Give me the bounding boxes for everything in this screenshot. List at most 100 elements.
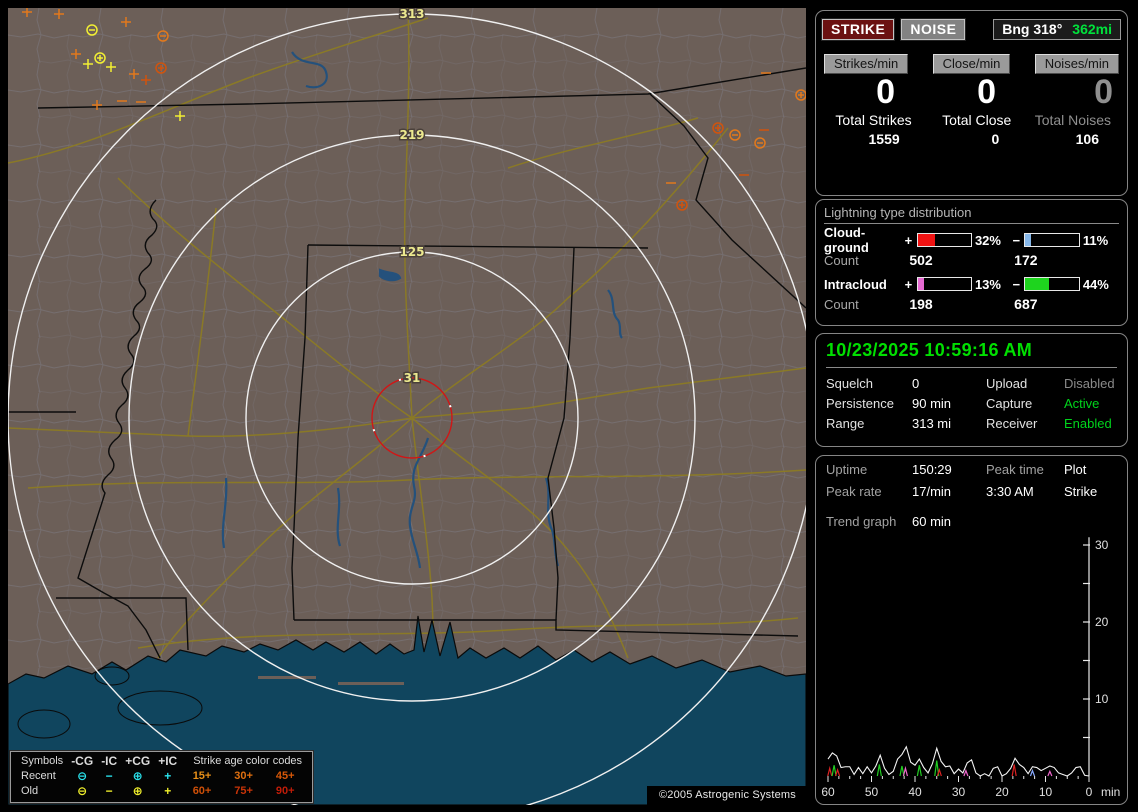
svg-text:219: 219 [399, 128, 424, 142]
svg-text:0: 0 [1086, 785, 1093, 799]
svg-text:10: 10 [1039, 785, 1053, 799]
svg-text:30: 30 [1095, 538, 1109, 552]
intracloud-row: Intracloud + 13% − 44% [824, 274, 1119, 294]
trend-graph: 30 20 10 60 50 40 30 20 10 0 min [818, 530, 1126, 807]
age-75: 75+ [234, 785, 253, 797]
cloud-ground-count-row: Count 502 172 [824, 250, 1119, 270]
ic-minus-count: 687 [1014, 296, 1038, 312]
strike-toggle-button[interactable]: STRIKE [820, 18, 896, 41]
old-cg-minus-icon: ⊖ [77, 784, 88, 798]
count-label: Count [824, 252, 859, 268]
upload-status: Disabled [1064, 376, 1115, 391]
cloud-ground-label: Cloud-ground [824, 225, 869, 255]
ic-minus-bar [1024, 277, 1080, 291]
age-30: 30+ [234, 770, 253, 782]
svg-text:40: 40 [908, 785, 922, 799]
legend-row-recent-label: Recent [21, 770, 56, 782]
plot-type-value: Strike [1064, 484, 1098, 499]
total-noises-value: 106 [1075, 131, 1099, 147]
svg-text:60: 60 [821, 785, 835, 799]
noise-toggle-button[interactable]: NOISE [900, 18, 967, 41]
uptime-label: Uptime [826, 462, 868, 477]
map-canvas: 313 219 125 31 [8, 8, 806, 805]
old-ic-minus-icon: − [105, 784, 113, 798]
status-panel: 10/23/2025 10:59:16 AM Squelch 0 Upload … [815, 333, 1128, 447]
old-ic-plus-icon: + [164, 784, 172, 798]
ic-plus-pct: 13% [974, 276, 1001, 292]
svg-text:30: 30 [952, 785, 966, 799]
intracloud-count-row: Count 198 687 [824, 294, 1119, 314]
total-noises-label: Total Noises [1034, 112, 1111, 128]
count-label: Count [824, 296, 859, 312]
squelch-label: Squelch [826, 376, 873, 391]
cg-plus-count: 502 [909, 252, 933, 268]
legend-col-nic: -IC [101, 754, 118, 768]
ic-plus-count: 198 [909, 296, 933, 312]
svg-text:min: min [1101, 785, 1120, 799]
old-cg-plus-icon: ⊕ [132, 784, 143, 798]
cg-minus-bar [1024, 233, 1080, 247]
total-strikes-value: 1559 [868, 131, 900, 147]
minus-sign: − [1012, 276, 1021, 292]
svg-text:313: 313 [399, 8, 424, 21]
trend-graph-window: 60 min [912, 514, 952, 529]
strike-map[interactable]: 313 219 125 31 Symbols -CG -IC +CG +IC Stri… [8, 8, 806, 805]
svg-text:20: 20 [1095, 615, 1109, 629]
ic-minus-pct: 44% [1082, 276, 1109, 292]
squelch-value: 0 [912, 376, 920, 391]
legend-symbols-header: Symbols [21, 755, 64, 767]
total-close-label: Total Close [942, 112, 1012, 128]
bearing-readout: Bng 318° 362mi [993, 19, 1121, 40]
age-60: 60+ [192, 785, 212, 797]
distribution-title: Lightning type distribution [824, 205, 1119, 224]
cg-plus-bar [916, 233, 972, 247]
noises-per-min-value: 0 [1094, 73, 1113, 111]
total-strikes-label: Total Strikes [835, 112, 912, 128]
recent-cg-minus-icon: ⊖ [77, 769, 88, 783]
close-per-min-value: 0 [977, 73, 996, 111]
session-panel: Uptime 150:29 Peak time Plot Peak rate 1… [815, 455, 1128, 805]
capture-label: Capture [986, 396, 1033, 411]
peak-time-value: 3:30 AM [986, 484, 1034, 499]
trend-graph-label: Trend graph [826, 514, 897, 529]
svg-text:50: 50 [865, 785, 879, 799]
total-close-value: 0 [991, 131, 1000, 147]
symbol-legend: Symbols -CG -IC +CG +IC Strike age color… [8, 750, 315, 804]
legend-row-old-label: Old [21, 785, 39, 797]
distribution-panel: Lightning type distribution Cloud-ground… [815, 199, 1128, 326]
intracloud-label: Intracloud [824, 276, 887, 292]
uptime-value: 150:29 [912, 462, 952, 477]
bearing-label: Bng 318° [1002, 21, 1063, 37]
age-45: 45+ [275, 770, 295, 782]
upload-label: Upload [986, 376, 1028, 391]
plus-sign: + [904, 276, 913, 292]
range-label: Range [826, 416, 865, 431]
capture-status: Active [1064, 396, 1100, 411]
legend-col-pic: +IC [158, 754, 178, 768]
legend-age-title: Strike age color codes [193, 755, 303, 767]
age-90: 90+ [275, 785, 295, 797]
bearing-distance: 362mi [1072, 21, 1112, 37]
minus-sign: − [1012, 232, 1021, 248]
copyright-text: ©2005 Astrogenic Systems [646, 786, 806, 805]
peak-rate-value: 17/min [912, 484, 952, 499]
svg-text:31: 31 [404, 371, 421, 385]
noises-per-min-button[interactable]: Noises/min [1034, 54, 1119, 74]
plus-sign: + [904, 232, 913, 248]
strikes-per-min-value: 0 [876, 73, 895, 111]
app-window: 313 219 125 31 Symbols -CG -IC +CG +IC Stri… [0, 0, 1138, 812]
age-15: 15+ [192, 770, 212, 782]
cloud-ground-row: Cloud-ground + 32% − 11% [824, 225, 1119, 255]
persistence-value: 90 min [912, 396, 952, 411]
svg-text:10: 10 [1095, 692, 1109, 706]
strikes-per-min-button[interactable]: Strikes/min [824, 54, 909, 74]
recent-ic-plus-icon: + [164, 769, 172, 783]
cg-minus-count: 172 [1014, 252, 1038, 268]
range-value: 313 mi [912, 416, 952, 431]
cg-plus-pct: 32% [974, 232, 1001, 248]
legend-col-pcg: +CG [125, 754, 151, 768]
ic-plus-bar [916, 277, 972, 291]
receiver-status: Enabled [1064, 416, 1112, 431]
peak-time-label: Peak time [986, 462, 1044, 477]
close-per-min-button[interactable]: Close/min [932, 54, 1011, 74]
